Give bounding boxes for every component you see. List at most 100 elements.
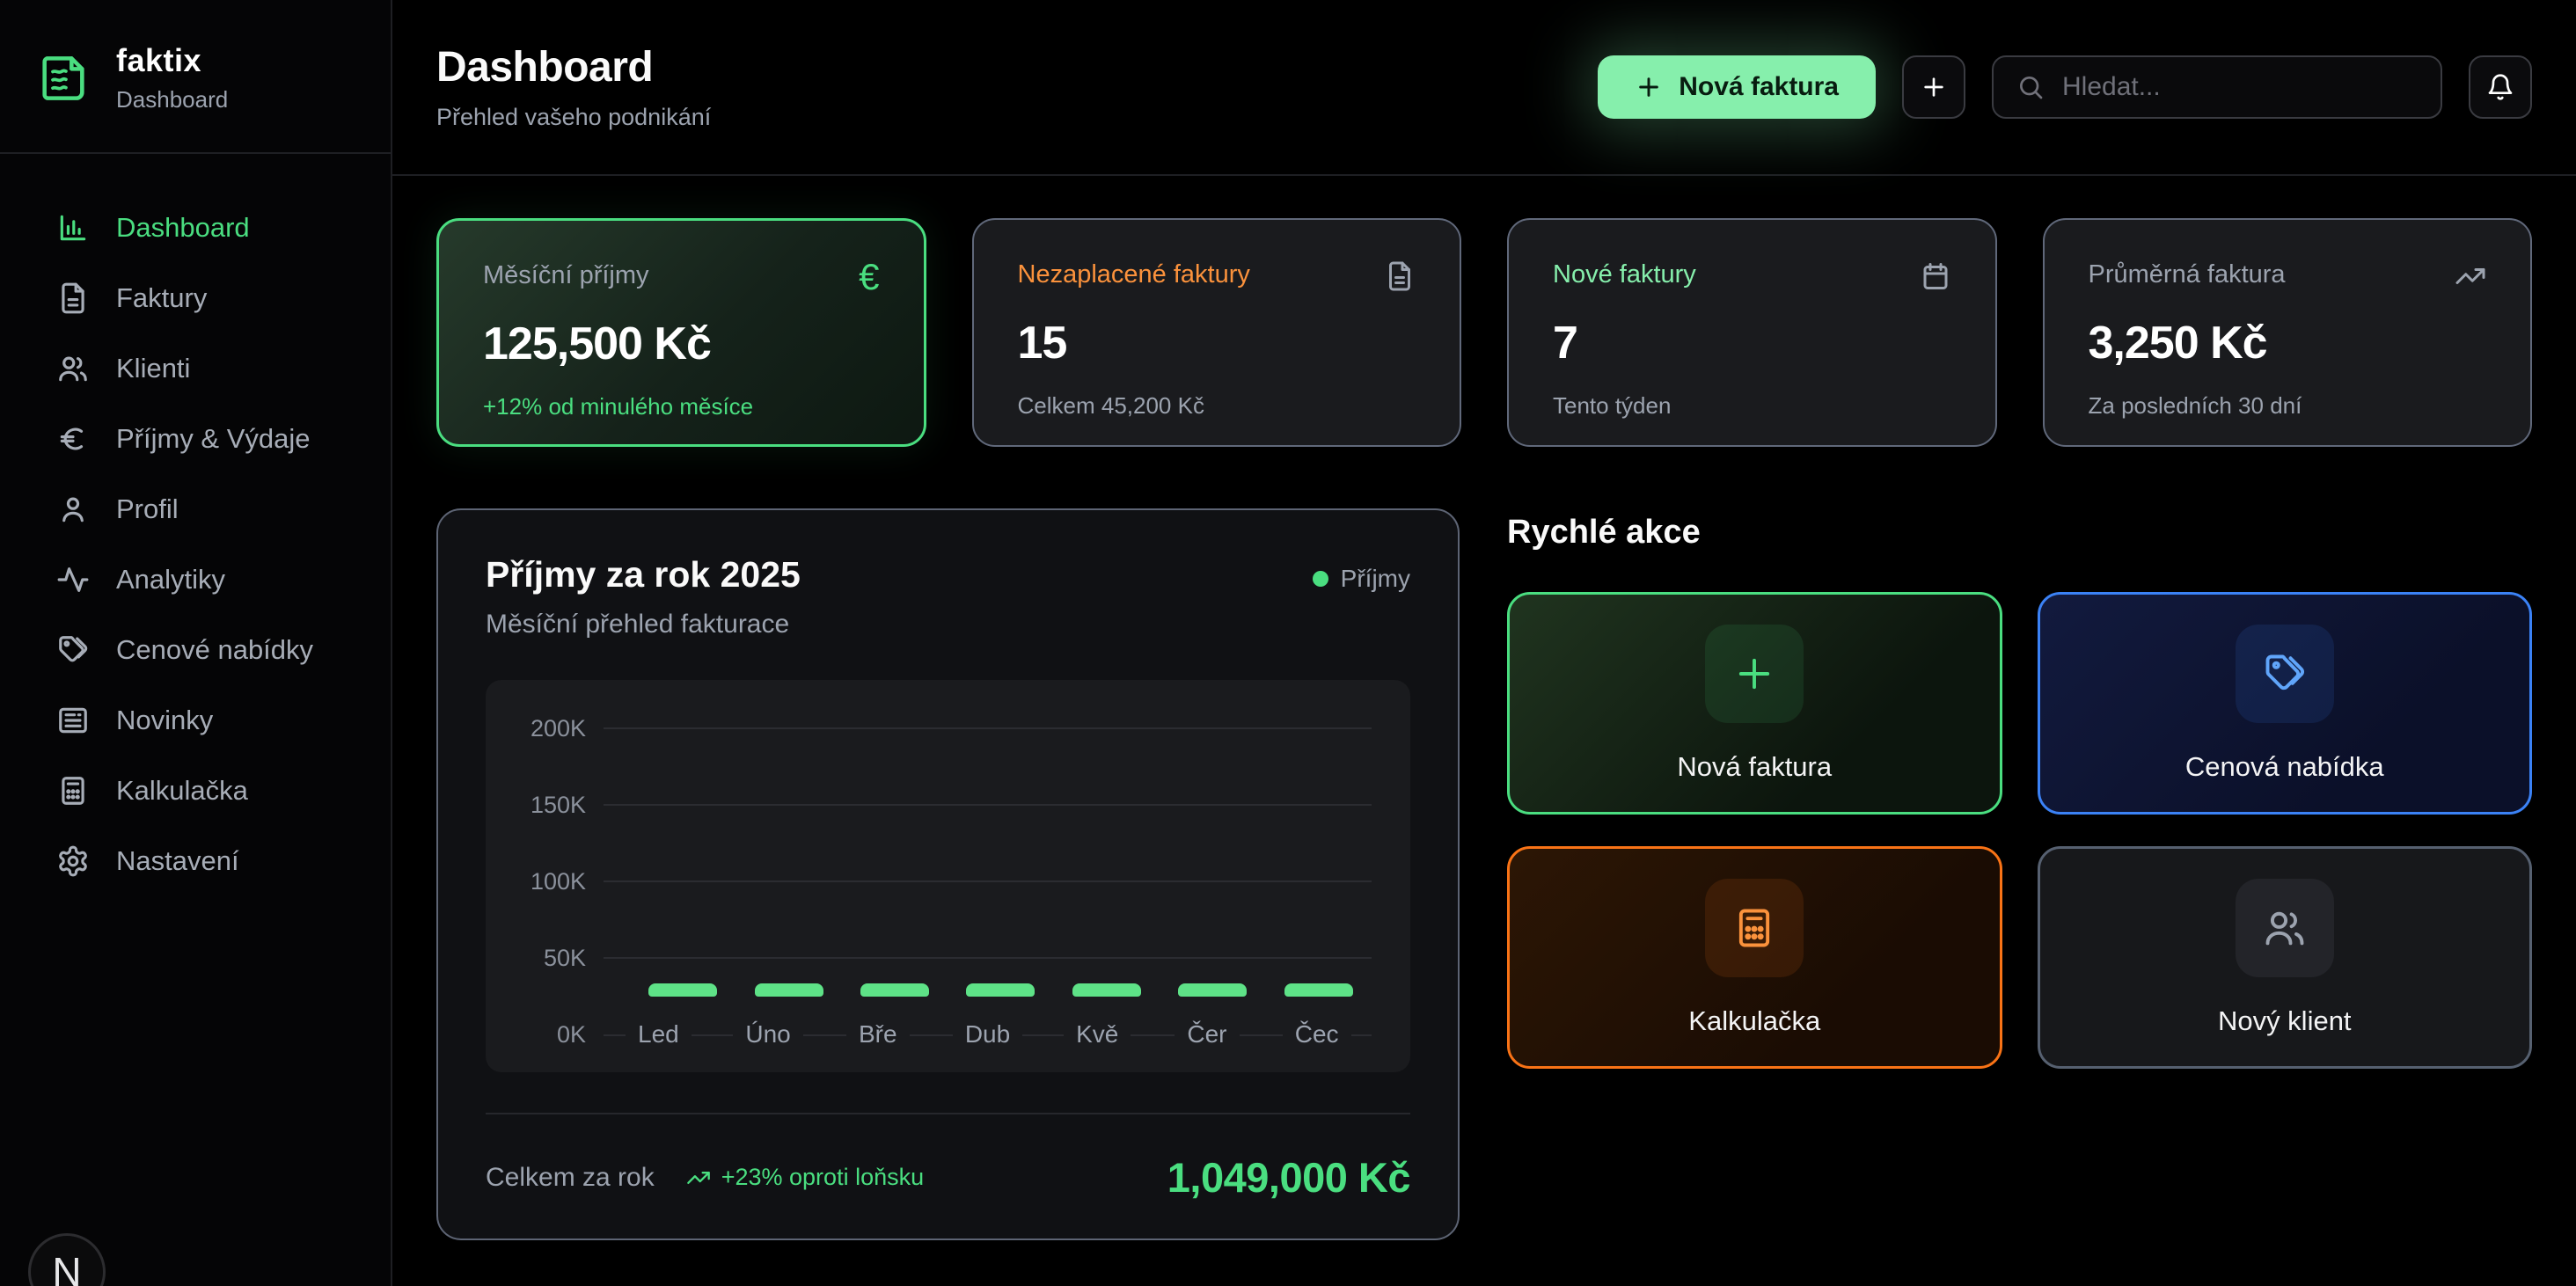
sidebar-item-dashboard[interactable]: Dashboard bbox=[0, 193, 391, 263]
newspaper-icon bbox=[56, 704, 90, 737]
sidebar-item-label: Faktury bbox=[116, 282, 207, 314]
chart-bar-kve[interactable] bbox=[1072, 983, 1141, 997]
gridline bbox=[604, 957, 1372, 959]
quick-action-label: Nová faktura bbox=[1677, 751, 1832, 783]
stat-card-average-invoice[interactable]: Průměrná faktura 3,250 Kč Za posledních … bbox=[2043, 218, 2533, 447]
sidebar-item-cenove-nabidky[interactable]: Cenové nabídky bbox=[0, 615, 391, 685]
search-box bbox=[1992, 55, 2442, 119]
plus-icon bbox=[1920, 73, 1948, 101]
euro-icon bbox=[56, 422, 90, 456]
stat-card-new-invoices[interactable]: Nové faktury 7 Tento týden bbox=[1507, 218, 1997, 447]
page-title: Dashboard bbox=[436, 43, 711, 91]
nextjs-n-logo: N bbox=[52, 1248, 81, 1286]
quick-action-label: Kalkulačka bbox=[1688, 1005, 1820, 1037]
legend-dot-icon bbox=[1313, 571, 1328, 587]
stat-value: 125,500 Kč bbox=[483, 318, 880, 370]
quick-action-label: Nový klient bbox=[2218, 1005, 2352, 1037]
sidebar-item-prijmy-vydaje[interactable]: Příjmy & Výdaje bbox=[0, 404, 391, 474]
tags-icon bbox=[2236, 625, 2334, 723]
gridline-row: 50K bbox=[512, 945, 1372, 971]
chart-bar-dub[interactable] bbox=[966, 983, 1035, 997]
sidebar-item-label: Analytiky bbox=[116, 564, 225, 596]
search-input[interactable] bbox=[2062, 72, 2418, 102]
chart-title: Příjmy za rok 2025 bbox=[486, 554, 801, 596]
stat-card-header: Měsíční příjmy € bbox=[483, 261, 880, 293]
file-text-icon bbox=[1384, 260, 1416, 292]
page-subtitle: Přehled vašeho podnikání bbox=[436, 104, 711, 131]
sidebar-item-profil[interactable]: Profil bbox=[0, 474, 391, 544]
annual-total-value: 1,049,000 Kč bbox=[1167, 1153, 1410, 1202]
stats-row: Měsíční příjmy € 125,500 Kč +12% od minu… bbox=[436, 218, 2532, 447]
quick-action-new-client[interactable]: Nový klient bbox=[2038, 846, 2533, 1069]
bar-chart-icon bbox=[56, 211, 90, 245]
x-tick: Kvě bbox=[1043, 1021, 1153, 1048]
stat-card-monthly-income[interactable]: Měsíční příjmy € 125,500 Kč +12% od minu… bbox=[436, 218, 926, 447]
sidebar-item-label: Nastavení bbox=[116, 845, 239, 877]
stat-card-header: Nezaplacené faktury bbox=[1018, 260, 1416, 292]
sidebar-item-analytiky[interactable]: Analytiky bbox=[0, 544, 391, 615]
nextjs-dev-badge[interactable]: N bbox=[28, 1233, 106, 1286]
sidebar-item-nastaveni[interactable]: Nastavení bbox=[0, 826, 391, 896]
chart-bar-uno[interactable] bbox=[755, 983, 823, 997]
file-text-icon bbox=[56, 281, 90, 315]
stat-card-unpaid-invoices[interactable]: Nezaplacené faktury 15 Celkem 45,200 Kč bbox=[972, 218, 1462, 447]
new-invoice-label: Nová faktura bbox=[1679, 72, 1839, 102]
sidebar-item-label: Klienti bbox=[116, 353, 190, 384]
stat-subtext: Tento týden bbox=[1553, 392, 1951, 420]
quick-action-price-quote[interactable]: Cenová nabídka bbox=[2038, 592, 2533, 815]
x-tick-label: Dub bbox=[953, 1021, 1022, 1048]
settings-icon bbox=[56, 844, 90, 878]
quick-action-label: Cenová nabídka bbox=[2185, 751, 2384, 783]
page-header: Dashboard Přehled vašeho podnikání Nová … bbox=[392, 0, 2576, 176]
y-tick-label: 200K bbox=[512, 715, 586, 742]
stat-subtext: Za posledních 30 dní bbox=[2089, 392, 2487, 420]
gridline bbox=[604, 880, 1372, 882]
stat-title: Nezaplacené faktury bbox=[1018, 260, 1250, 289]
chart-bar-bre[interactable] bbox=[860, 983, 929, 997]
sidebar-item-novinky[interactable]: Novinky bbox=[0, 685, 391, 756]
bell-icon bbox=[2486, 73, 2514, 101]
stat-value: 15 bbox=[1018, 317, 1416, 369]
x-tick: Dub bbox=[933, 1021, 1043, 1048]
sidebar-nav: Dashboard Faktury Klienti bbox=[0, 154, 391, 935]
header-actions: Nová faktura bbox=[1598, 55, 2532, 119]
x-tick: Čer bbox=[1153, 1021, 1262, 1048]
main-area: Dashboard Přehled vašeho podnikání Nová … bbox=[392, 0, 2576, 1286]
chart-bar-led[interactable] bbox=[648, 983, 717, 997]
notifications-button[interactable] bbox=[2469, 55, 2532, 119]
y-tick-label: 100K bbox=[512, 868, 586, 895]
quick-action-new-invoice[interactable]: Nová faktura bbox=[1507, 592, 2002, 815]
sidebar-item-label: Kalkulačka bbox=[116, 775, 248, 807]
quick-actions-grid: Nová faktura Cenová nabídka bbox=[1507, 592, 2532, 1069]
sidebar-item-kalkulacka[interactable]: Kalkulačka bbox=[0, 756, 391, 826]
chart-bar-cer[interactable] bbox=[1178, 983, 1247, 997]
yoy-change: +23% oproti loňsku bbox=[686, 1164, 924, 1191]
trending-up-icon bbox=[686, 1165, 711, 1190]
sidebar-item-faktury[interactable]: Faktury bbox=[0, 263, 391, 333]
brand-subtitle: Dashboard bbox=[116, 86, 228, 113]
gridline-row: 200K bbox=[512, 715, 1372, 742]
dashboard-content: Měsíční příjmy € 125,500 Kč +12% od minu… bbox=[392, 176, 2576, 1286]
stat-title: Měsíční příjmy bbox=[483, 261, 649, 290]
y-tick-label: 150K bbox=[512, 792, 586, 819]
quick-actions-heading: Rychlé akce bbox=[1507, 514, 2532, 552]
quick-action-calculator[interactable]: Kalkulačka bbox=[1507, 846, 2002, 1069]
sidebar-item-klienti[interactable]: Klienti bbox=[0, 333, 391, 404]
x-tick-label: Úno bbox=[733, 1021, 802, 1048]
tags-icon bbox=[56, 633, 90, 667]
search-icon bbox=[2016, 73, 2045, 101]
stat-title: Průměrná faktura bbox=[2089, 260, 2286, 289]
divider bbox=[486, 1113, 1410, 1114]
new-invoice-button[interactable]: Nová faktura bbox=[1598, 55, 1876, 119]
stat-value: 7 bbox=[1553, 317, 1951, 369]
users-icon bbox=[56, 352, 90, 385]
chart-legend: Příjmy bbox=[1313, 565, 1410, 593]
gridline-row: 150K bbox=[512, 792, 1372, 818]
add-button[interactable] bbox=[1902, 55, 1965, 119]
header-titles: Dashboard Přehled vašeho podnikání bbox=[436, 43, 711, 131]
activity-icon bbox=[56, 563, 90, 596]
gridline bbox=[604, 804, 1372, 806]
chart-bar-cec[interactable] bbox=[1284, 983, 1353, 997]
stat-title: Nové faktury bbox=[1553, 260, 1696, 289]
plus-icon bbox=[1635, 73, 1663, 101]
